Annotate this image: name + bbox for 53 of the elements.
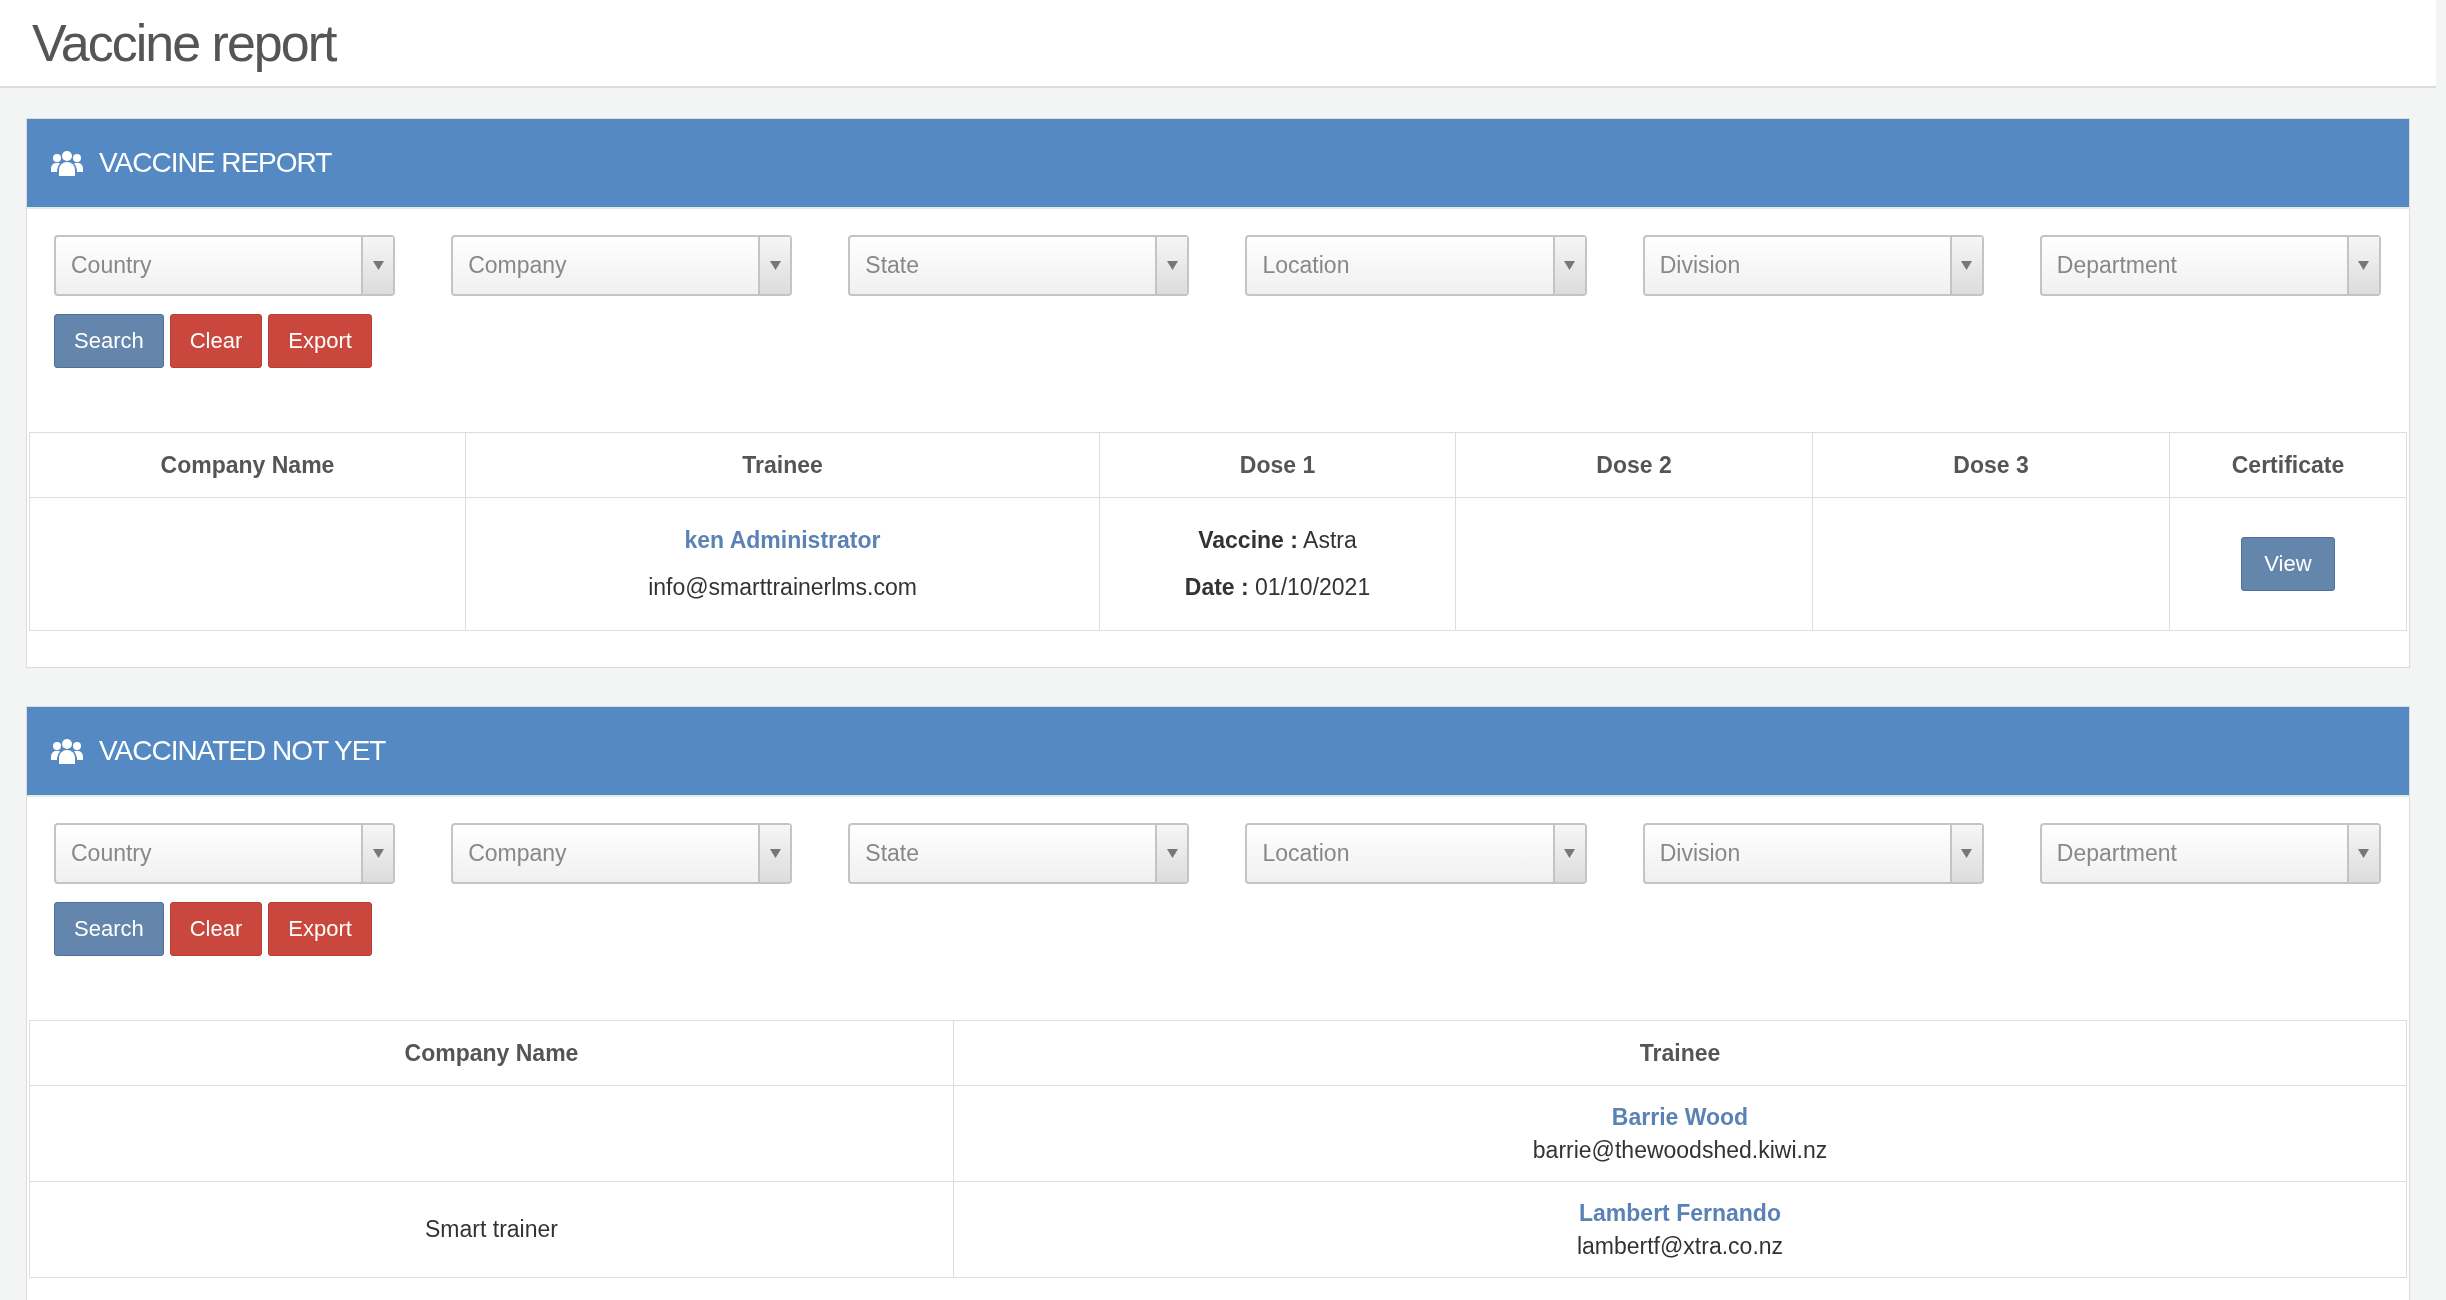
filter-dropdown[interactable]: Division — [1642, 823, 1984, 884]
caret-icon — [1564, 261, 1576, 270]
trainee-email: barrie@thewoodshed.kiwi.nz — [1532, 1136, 1828, 1164]
filter-dropdown[interactable]: Division — [1642, 235, 1984, 296]
search-button[interactable]: Search — [54, 902, 164, 956]
filter-dropdown[interactable]: Location — [1245, 235, 1587, 296]
action-button[interactable]: Export — [268, 902, 372, 956]
users-icon — [51, 150, 83, 176]
caret-icon — [1167, 261, 1178, 270]
caret-icon — [1961, 261, 1973, 270]
column-header: Dose 2 — [1456, 433, 1813, 498]
caret-icon — [1564, 849, 1576, 858]
panel-title: VACCINATED NOT YET — [99, 735, 386, 767]
caret-icon — [769, 261, 781, 270]
company-name: Smart trainer — [425, 1216, 558, 1243]
trainee-name-link[interactable]: ken Administrator — [684, 527, 881, 554]
filter-dropdown[interactable]: Department — [2039, 823, 2381, 884]
caret-icon — [2358, 261, 2370, 270]
caret-icon — [1961, 849, 1973, 858]
action-button[interactable]: Export — [268, 314, 372, 368]
column-header: Trainee — [954, 1021, 2407, 1086]
caret-icon — [1167, 849, 1178, 858]
caret-icon — [2358, 849, 2370, 858]
filter-dropdown[interactable]: Country — [54, 235, 396, 296]
action-button[interactable]: Clear — [169, 314, 263, 368]
filter-dropdown[interactable]: State — [848, 823, 1190, 884]
trainee-email: info@smarttrainerlms.com — [648, 574, 917, 601]
dose-detail: Date : 01/10/2021 — [1184, 574, 1371, 601]
trainee-name-link[interactable]: Lambert Fernando — [1579, 1199, 1781, 1227]
column-header: Certificate — [2170, 433, 2407, 498]
column-header: Trainee — [466, 433, 1100, 498]
column-header: Dose 1 — [1100, 433, 1456, 498]
action-button[interactable]: Clear — [169, 902, 263, 956]
caret-icon — [372, 261, 384, 270]
column-header: Company Name — [30, 1021, 954, 1086]
search-button[interactable]: Search — [54, 314, 164, 368]
page-title: Vaccine report — [32, 13, 336, 73]
trainee-name-link[interactable]: Barrie Wood — [1611, 1103, 1749, 1131]
filter-dropdown[interactable]: Country — [54, 823, 396, 884]
panel-title: VACCINE REPORT — [99, 147, 332, 179]
dose-detail: Vaccine : Astra — [1198, 527, 1357, 554]
view-button[interactable]: View — [2241, 537, 2335, 591]
column-header: Dose 3 — [1813, 433, 2170, 498]
filter-dropdown[interactable]: Location — [1245, 823, 1587, 884]
trainee-email: lambertf@xtra.co.nz — [1576, 1232, 1784, 1260]
caret-icon — [372, 849, 384, 858]
column-header: Company Name — [30, 433, 466, 498]
caret-icon — [769, 849, 781, 858]
users-icon — [51, 738, 83, 764]
filter-dropdown[interactable]: Company — [451, 235, 793, 296]
filter-dropdown[interactable]: Company — [451, 823, 793, 884]
filter-dropdown[interactable]: Department — [2039, 235, 2381, 296]
filter-dropdown[interactable]: State — [848, 235, 1190, 296]
